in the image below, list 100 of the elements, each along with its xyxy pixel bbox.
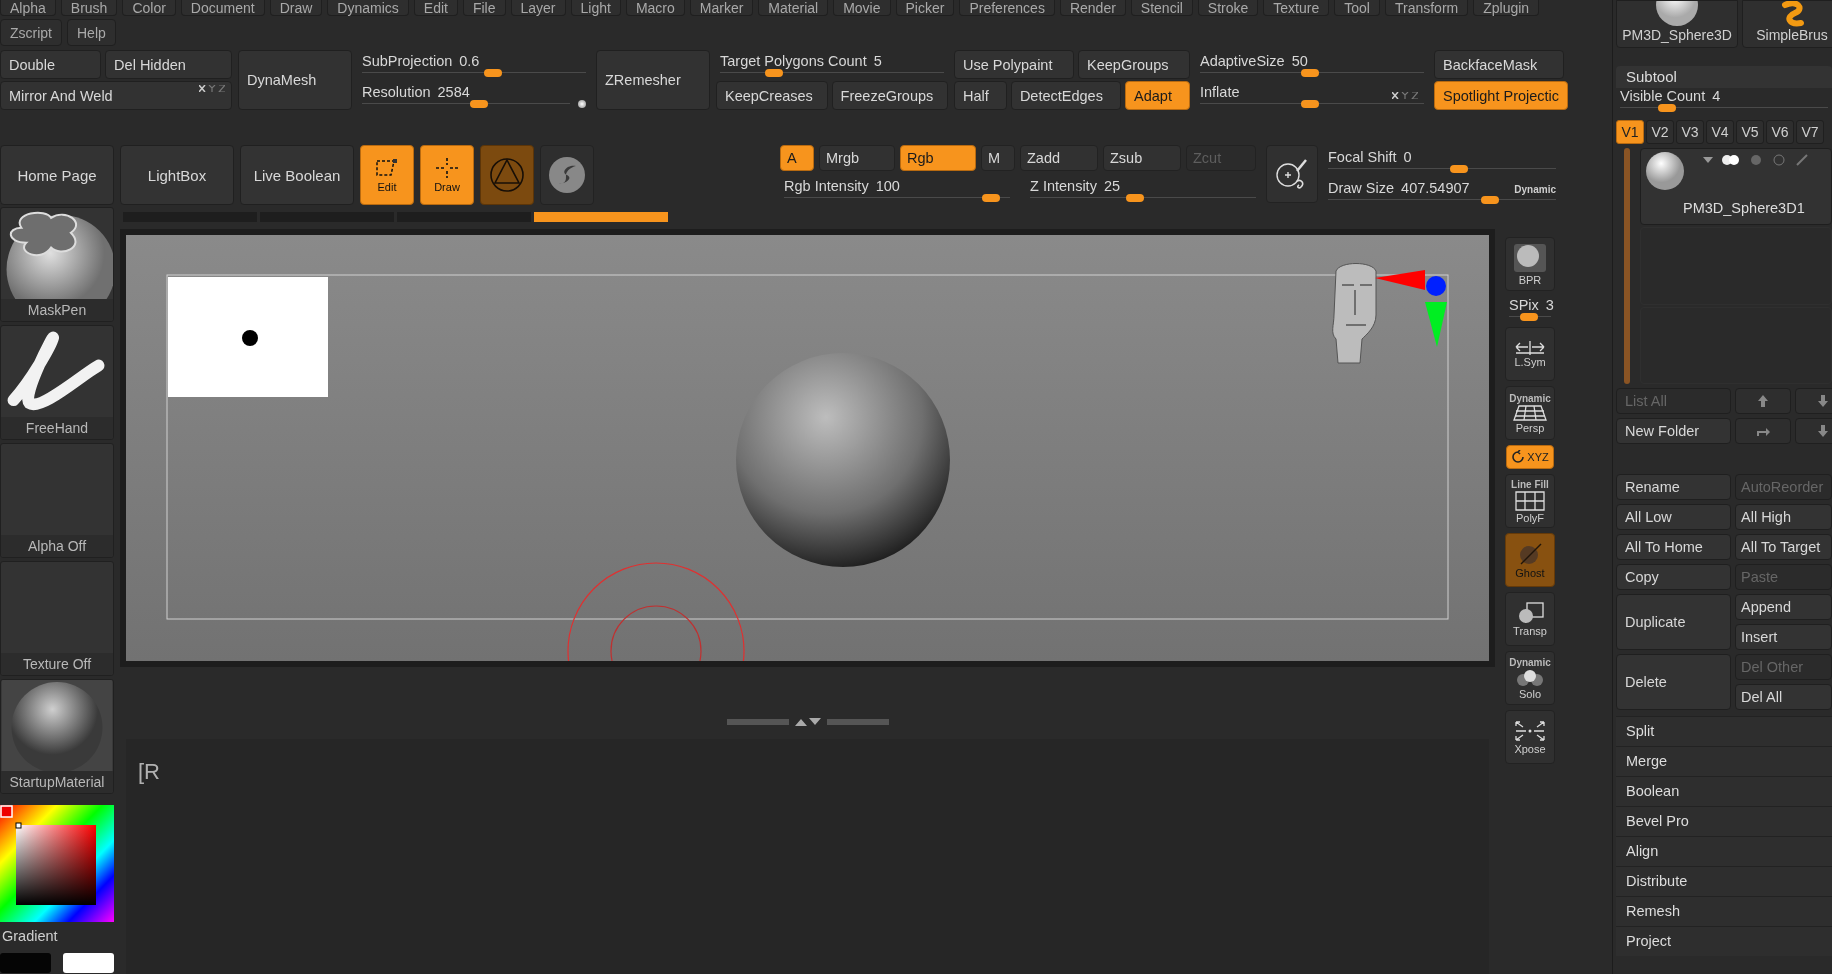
mode-button[interactable]: Edit bbox=[360, 145, 414, 205]
menu-item[interactable]: Layer bbox=[510, 0, 566, 16]
panel-button[interactable]: Del All bbox=[1735, 684, 1832, 710]
toolbar-button[interactable]: Home Page bbox=[0, 145, 114, 205]
shelf-button[interactable]: Transp bbox=[1505, 592, 1555, 646]
menu-item[interactable]: Tool bbox=[1334, 0, 1380, 16]
menu-item[interactable]: Edit bbox=[413, 0, 458, 16]
section-header[interactable]: Bevel Pro bbox=[1616, 806, 1832, 836]
subtool-item[interactable]: PM3D_Sphere3D1 bbox=[1640, 148, 1832, 226]
palette-button[interactable]: Del Hidden bbox=[105, 50, 232, 79]
palette-button[interactable]: Use Polypaint bbox=[954, 50, 1075, 79]
mode-toggle[interactable]: Mrgb bbox=[819, 145, 895, 171]
version-tab[interactable]: V6 bbox=[1766, 120, 1794, 144]
brush-thumbnail[interactable]: MaskPen bbox=[0, 207, 114, 322]
shelf-button[interactable]: L.Sym bbox=[1505, 327, 1555, 381]
version-tab[interactable]: V1 bbox=[1616, 120, 1644, 144]
panel-button[interactable]: Copy bbox=[1616, 564, 1731, 590]
palette-button[interactable]: Spotlight Projectic bbox=[1434, 81, 1569, 110]
slider-handle[interactable] bbox=[1519, 313, 1538, 321]
palette-button[interactable]: Double bbox=[0, 50, 102, 79]
panel-button[interactable]: Delete bbox=[1616, 654, 1731, 710]
slider-handle[interactable] bbox=[1300, 68, 1319, 77]
shelf-button[interactable]: BPR bbox=[1505, 237, 1555, 291]
toolbar-button[interactable]: LightBox bbox=[120, 145, 234, 205]
version-tab[interactable]: V7 bbox=[1796, 120, 1824, 144]
shelf-button[interactable]: XYZ bbox=[1506, 445, 1554, 469]
menu-item[interactable]: Render bbox=[1059, 0, 1126, 16]
panel-button[interactable]: New Folder bbox=[1616, 418, 1731, 444]
shelf-button[interactable]: Xpose bbox=[1505, 710, 1555, 764]
menu-item[interactable]: Transform bbox=[1384, 0, 1469, 16]
section-header[interactable]: Boolean bbox=[1616, 776, 1832, 806]
palette-button[interactable]: KeepCreases bbox=[716, 81, 828, 110]
menu-item[interactable]: Macro bbox=[625, 0, 685, 16]
color-swatch[interactable] bbox=[0, 953, 51, 973]
menu-item[interactable]: Stencil bbox=[1130, 0, 1193, 16]
scrollbar[interactable] bbox=[1624, 148, 1630, 384]
palette-button[interactable]: Adapt bbox=[1125, 81, 1190, 110]
palette-button[interactable]: ZRemesher bbox=[596, 50, 710, 110]
menu-item[interactable]: Marker bbox=[689, 0, 754, 16]
slider-handle[interactable] bbox=[1481, 195, 1500, 204]
color-picker[interactable] bbox=[0, 805, 114, 922]
palette-button[interactable]: DetectEdges bbox=[1010, 81, 1121, 110]
menu-item[interactable]: Brush bbox=[60, 0, 118, 16]
panel-button[interactable]: Rename bbox=[1616, 474, 1731, 500]
panel-button[interactable]: Insert bbox=[1735, 624, 1832, 650]
material-button[interactable] bbox=[480, 145, 534, 205]
brush-thumbnail[interactable]: FreeHand bbox=[0, 325, 114, 440]
move-up-button[interactable] bbox=[1735, 388, 1791, 414]
brush-thumbnail[interactable]: Alpha Off bbox=[0, 443, 114, 558]
resize-handle[interactable] bbox=[726, 717, 889, 727]
slider-handle[interactable] bbox=[1125, 194, 1144, 202]
panel-button[interactable]: All Low bbox=[1616, 504, 1731, 530]
section-header[interactable]: Merge bbox=[1616, 746, 1832, 776]
mode-toggle[interactable]: M bbox=[981, 145, 1015, 171]
menu-item[interactable]: Picker bbox=[895, 0, 955, 16]
slider-handle[interactable] bbox=[470, 99, 489, 108]
menu-item[interactable]: Movie bbox=[833, 0, 891, 16]
menu-item[interactable]: File bbox=[462, 0, 506, 16]
mode-button[interactable]: Draw bbox=[420, 145, 474, 205]
menu-item[interactable]: Document bbox=[180, 0, 265, 16]
mode-toggle[interactable]: Zadd bbox=[1020, 145, 1098, 171]
color-swatch[interactable] bbox=[63, 953, 114, 973]
version-tab[interactable]: V2 bbox=[1646, 120, 1674, 144]
redo-arrow-button[interactable] bbox=[1735, 418, 1791, 444]
palette-button[interactable]: BackfaceMask bbox=[1434, 50, 1564, 79]
brush-thumbnail[interactable]: StartupMaterial bbox=[0, 679, 114, 794]
slider-handle[interactable] bbox=[1658, 104, 1676, 112]
menu-item[interactable]: Dynamics bbox=[327, 0, 409, 16]
menu-item[interactable]: Color bbox=[122, 0, 176, 16]
slider-handle[interactable] bbox=[1300, 99, 1319, 108]
mode-toggle[interactable]: A bbox=[780, 145, 814, 171]
section-header[interactable]: Remesh bbox=[1616, 896, 1832, 926]
version-tab[interactable]: V4 bbox=[1706, 120, 1734, 144]
panel-button[interactable]: Append bbox=[1735, 594, 1832, 620]
slider-handle[interactable] bbox=[483, 68, 502, 77]
panel-header[interactable]: Subtool bbox=[1616, 66, 1832, 88]
axis-toggle-icon[interactable] bbox=[199, 85, 225, 92]
mode-toggle[interactable]: Rgb bbox=[900, 145, 976, 171]
axis-toggle-icon[interactable] bbox=[1392, 91, 1418, 99]
panel-button[interactable]: All To Target bbox=[1735, 534, 1832, 560]
shelf-button[interactable]: Dynamic Solo bbox=[1505, 651, 1555, 705]
palette-button[interactable]: FreezeGroups bbox=[831, 81, 948, 110]
shelf-button[interactable]: Line Fill PolyF bbox=[1505, 474, 1555, 528]
menu-item[interactable]: Draw bbox=[269, 0, 323, 16]
menu-item[interactable]: Light bbox=[570, 0, 621, 16]
menu-item[interactable]: Material bbox=[758, 0, 829, 16]
slider-handle[interactable] bbox=[765, 68, 784, 77]
tool-thumbnail[interactable]: PM3D_Sphere3D bbox=[1616, 0, 1738, 48]
document-canvas[interactable] bbox=[126, 235, 1489, 661]
tool-thumbnail[interactable]: SimpleBrus bbox=[1742, 0, 1832, 48]
brush-thumbnail[interactable]: Texture Off bbox=[0, 561, 114, 676]
palette-button[interactable]: KeepGroups bbox=[1078, 50, 1190, 79]
stroke-button[interactable] bbox=[1266, 145, 1318, 203]
menu-item[interactable]: Texture bbox=[1263, 0, 1330, 16]
sphere-button[interactable] bbox=[540, 145, 594, 205]
version-tab[interactable]: V5 bbox=[1736, 120, 1764, 144]
menu-item[interactable]: Help bbox=[67, 19, 116, 46]
slider-handle[interactable] bbox=[981, 194, 1000, 202]
panel-button[interactable]: Duplicate bbox=[1616, 594, 1731, 650]
section-header[interactable]: Project bbox=[1616, 926, 1832, 956]
